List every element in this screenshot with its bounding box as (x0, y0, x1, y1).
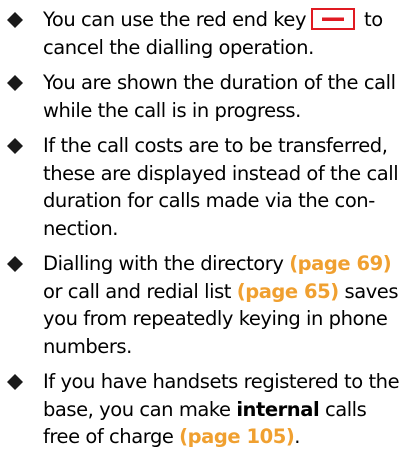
bold-term: internal (236, 397, 320, 421)
manual-page: You can use the red end key to cancel the… (0, 0, 407, 448)
bullet-text: If the call costs are to be transferred,… (43, 134, 399, 240)
bullet-text: You can use the red end key (43, 8, 307, 31)
red-end-key-icon (311, 8, 356, 30)
diamond-bullet-icon (5, 250, 25, 277)
bullet-text: Dialling with the directory (43, 252, 284, 275)
bullet-list: You can use the red end key to cancel the… (4, 6, 401, 451)
diamond-bullet-icon (5, 6, 25, 33)
bullet-text: . (294, 425, 301, 448)
bullet-item-call-duration: You are shown the duration of the call w… (4, 69, 401, 124)
diamond-bullet-icon (5, 368, 25, 395)
bullet-item-internal-calls: If you have handsets registered to the b… (4, 368, 401, 451)
diamond-bullet-icon (5, 132, 25, 159)
page-reference-link[interactable]: (page 105) (179, 425, 295, 448)
bullet-item-directory: Dialling with the directory (page 69) or… (4, 250, 401, 360)
bullet-text: You are shown the duration of the call w… (43, 71, 396, 122)
bullet-item-end-key: You can use the red end key to cancel the… (4, 6, 401, 61)
page-reference-link[interactable]: (page 69) (289, 252, 391, 275)
bullet-text: or call and redial list (43, 279, 231, 303)
bullet-item-call-costs: If the call costs are to be transferred,… (4, 132, 401, 242)
page-reference-link[interactable]: (page 65) (237, 280, 339, 303)
diamond-bullet-icon (5, 69, 25, 96)
